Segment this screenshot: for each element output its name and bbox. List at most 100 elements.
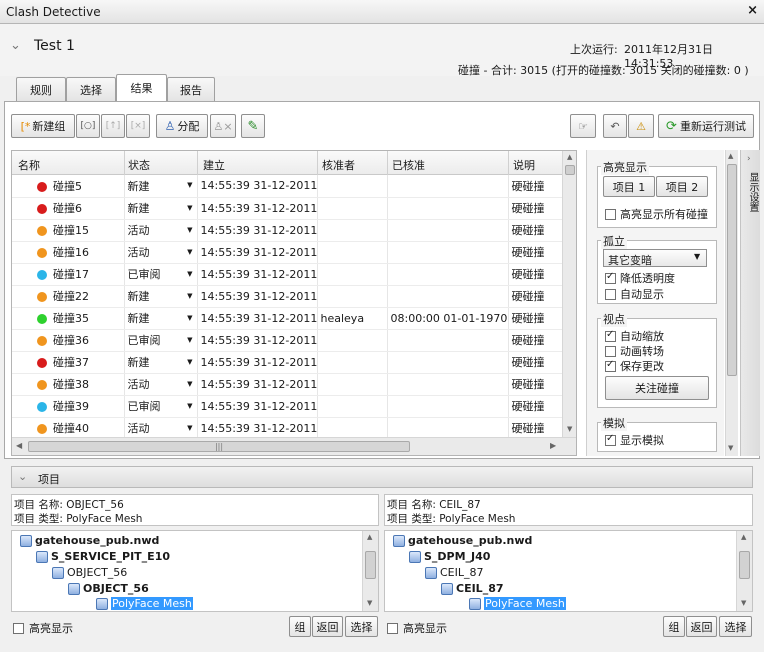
item1-highlight-row[interactable]: 高亮显示 bbox=[13, 620, 73, 636]
tab-rules[interactable]: 规则 bbox=[16, 77, 66, 101]
table-row[interactable]: 碰撞40 活动 ▼ 14:55:39 31-12-2011 硬碰撞 bbox=[12, 417, 563, 440]
table-vertical-scrollbar[interactable]: ▲ ▼ bbox=[562, 151, 576, 437]
tab-select[interactable]: 选择 bbox=[66, 77, 116, 101]
status-dropdown-icon[interactable]: ▼ bbox=[187, 270, 192, 278]
dim-checkbox-row[interactable]: 降低透明度 bbox=[605, 270, 675, 286]
item2-highlight-row[interactable]: 高亮显示 bbox=[387, 620, 447, 636]
unassign-icon[interactable]: ♙× bbox=[210, 114, 236, 138]
highlight-item1-button[interactable]: 项目 1 bbox=[603, 176, 655, 197]
show-simulation-checkbox-row[interactable]: 显示模拟 bbox=[605, 432, 664, 448]
cell-status[interactable]: 已审阅 ▼ bbox=[124, 395, 198, 418]
col-created[interactable]: 建立 bbox=[203, 157, 225, 173]
item2-select-button[interactable]: 选择 bbox=[719, 616, 752, 637]
collapse-chevron-icon[interactable]: ⌄ bbox=[10, 38, 21, 53]
table-row[interactable]: 碰撞15 活动 ▼ 14:55:39 31-12-2011 硬碰撞 bbox=[12, 219, 563, 242]
col-approved[interactable]: 已核准 bbox=[392, 157, 425, 173]
item1-highlight-checkbox[interactable] bbox=[13, 622, 24, 634]
tree-node-selected[interactable]: PolyFace Mesh bbox=[469, 597, 566, 610]
tree-node[interactable]: OBJECT_56 bbox=[52, 566, 127, 579]
item2-group-button[interactable]: 组 bbox=[663, 616, 685, 637]
status-dropdown-icon[interactable]: ▼ bbox=[187, 248, 192, 256]
close-icon[interactable]: × bbox=[747, 3, 758, 18]
status-dropdown-icon[interactable]: ▼ bbox=[187, 402, 192, 410]
table-row[interactable]: 碰撞37 新建 ▼ 14:55:39 31-12-2011 硬碰撞 bbox=[12, 351, 563, 374]
item1-tree-scrollbar[interactable]: ▲ ▼ bbox=[362, 531, 378, 611]
status-dropdown-icon[interactable]: ▼ bbox=[187, 204, 192, 212]
table-row[interactable]: 碰撞5 新建 ▼ 14:55:39 31-12-2011 硬碰撞 bbox=[12, 175, 563, 198]
explode-group-icon[interactable]: [×] bbox=[126, 114, 150, 138]
collapse-chevron-icon[interactable]: ⌄ bbox=[18, 470, 27, 483]
tree-node[interactable]: S_DPM_J40 bbox=[409, 550, 490, 563]
col-description[interactable]: 说明 bbox=[513, 157, 535, 173]
table-row[interactable]: 碰撞35 新建 ▼ 14:55:39 31-12-2011 healeya 08:00:0… bbox=[12, 307, 563, 330]
dim-checkbox[interactable] bbox=[605, 271, 616, 284]
status-dropdown-icon[interactable]: ▼ bbox=[187, 226, 192, 234]
animate-transition-checkbox[interactable] bbox=[605, 345, 616, 357]
highlight-item2-button[interactable]: 项目 2 bbox=[656, 176, 708, 197]
cell-status[interactable]: 活动 ▼ bbox=[124, 417, 198, 440]
status-dropdown-icon[interactable]: ▼ bbox=[187, 424, 192, 432]
status-dropdown-icon[interactable]: ▼ bbox=[187, 336, 192, 344]
autozoom-checkbox-row[interactable]: 自动缩放 bbox=[605, 328, 664, 344]
tree-node[interactable]: gatehouse_pub.nwd bbox=[393, 534, 532, 547]
status-dropdown-icon[interactable]: ▼ bbox=[187, 181, 192, 189]
status-dropdown-icon[interactable]: ▼ bbox=[187, 314, 192, 322]
items-header[interactable]: ⌄ 项目 bbox=[11, 466, 753, 488]
assign-button[interactable]: ♙ 分配 bbox=[156, 114, 208, 138]
comment-icon[interactable]: ✎ bbox=[241, 114, 265, 138]
status-dropdown-icon[interactable]: ▼ bbox=[187, 292, 192, 300]
status-dropdown-icon[interactable]: ▼ bbox=[187, 358, 192, 366]
col-status[interactable]: 状态 bbox=[128, 157, 150, 173]
col-name[interactable]: 名称 bbox=[18, 157, 40, 173]
focus-clash-button[interactable]: 关注碰撞 bbox=[605, 376, 709, 400]
table-row[interactable]: 碰撞6 新建 ▼ 14:55:39 31-12-2011 硬碰撞 bbox=[12, 197, 563, 220]
auto-reveal-checkbox[interactable] bbox=[605, 288, 616, 300]
item2-tree-scrollbar[interactable]: ▲ ▼ bbox=[736, 531, 752, 611]
isolate-mode-select[interactable]: 其它变暗 ▼ bbox=[603, 249, 707, 267]
highlight-all-checkbox[interactable] bbox=[605, 208, 616, 220]
table-row[interactable]: 碰撞38 活动 ▼ 14:55:39 31-12-2011 硬碰撞 bbox=[12, 373, 563, 396]
show-simulation-checkbox[interactable] bbox=[605, 433, 616, 446]
expand-chevron-icon[interactable]: › bbox=[747, 154, 751, 164]
status-dropdown-icon[interactable]: ▼ bbox=[187, 380, 192, 388]
table-row[interactable]: 碰撞22 新建 ▼ 14:55:39 31-12-2011 硬碰撞 bbox=[12, 285, 563, 308]
cell-status[interactable]: 新建 ▼ bbox=[124, 351, 198, 374]
save-changes-checkbox[interactable] bbox=[605, 359, 616, 372]
pointer-select-icon[interactable]: ☞ bbox=[570, 114, 596, 138]
cell-status[interactable]: 活动 ▼ bbox=[124, 241, 198, 264]
new-group-button[interactable]: [* 新建组 bbox=[11, 114, 75, 138]
display-settings-side-tab[interactable]: › 显示设置 bbox=[740, 150, 760, 456]
table-row[interactable]: 碰撞39 已审阅 ▼ 14:55:39 31-12-2011 硬碰撞 bbox=[12, 395, 563, 418]
cell-status[interactable]: 新建 ▼ bbox=[124, 307, 198, 330]
cell-status[interactable]: 活动 ▼ bbox=[124, 219, 198, 242]
highlight-all-checkbox-row[interactable]: 高亮显示所有碰撞 bbox=[605, 206, 708, 222]
item1-back-button[interactable]: 返回 bbox=[312, 616, 343, 637]
tab-report[interactable]: 报告 bbox=[167, 77, 215, 101]
item2-back-button[interactable]: 返回 bbox=[686, 616, 717, 637]
tree-node-selected[interactable]: PolyFace Mesh bbox=[96, 597, 193, 610]
compact-warning-icon[interactable]: ⚠ bbox=[628, 114, 654, 138]
autozoom-checkbox[interactable] bbox=[605, 329, 616, 342]
cell-status[interactable]: 新建 ▼ bbox=[124, 285, 198, 308]
cell-status[interactable]: 已审阅 ▼ bbox=[124, 329, 198, 352]
table-horizontal-scrollbar[interactable]: ◀ ||| ▶ bbox=[12, 437, 576, 455]
rerun-test-button[interactable]: ⟳ 重新运行测试 bbox=[658, 114, 754, 138]
tree-node[interactable]: OBJECT_56 bbox=[68, 582, 149, 595]
col-approver[interactable]: 核准者 bbox=[322, 157, 355, 173]
tree-node[interactable]: gatehouse_pub.nwd bbox=[20, 534, 159, 547]
settings-scrollbar[interactable]: ▲ ▼ bbox=[725, 150, 738, 456]
auto-reveal-checkbox-row[interactable]: 自动显示 bbox=[605, 286, 664, 302]
cell-status[interactable]: 新建 ▼ bbox=[124, 197, 198, 220]
cell-status[interactable]: 新建 ▼ bbox=[124, 175, 198, 198]
cell-status[interactable]: 活动 ▼ bbox=[124, 373, 198, 396]
tab-results[interactable]: 结果 bbox=[116, 74, 167, 101]
item1-group-button[interactable]: 组 bbox=[289, 616, 311, 637]
ungroup-icon[interactable]: [↑] bbox=[101, 114, 125, 138]
table-row[interactable]: 碰撞17 已审阅 ▼ 14:55:39 31-12-2011 硬碰撞 bbox=[12, 263, 563, 286]
table-row[interactable]: 碰撞36 已审阅 ▼ 14:55:39 31-12-2011 硬碰撞 bbox=[12, 329, 563, 352]
save-changes-checkbox-row[interactable]: 保存更改 bbox=[605, 358, 664, 374]
item2-highlight-checkbox[interactable] bbox=[387, 622, 398, 634]
reset-icon[interactable]: ↶ bbox=[603, 114, 627, 138]
item1-select-button[interactable]: 选择 bbox=[345, 616, 378, 637]
tree-node[interactable]: CEIL_87 bbox=[425, 566, 484, 579]
